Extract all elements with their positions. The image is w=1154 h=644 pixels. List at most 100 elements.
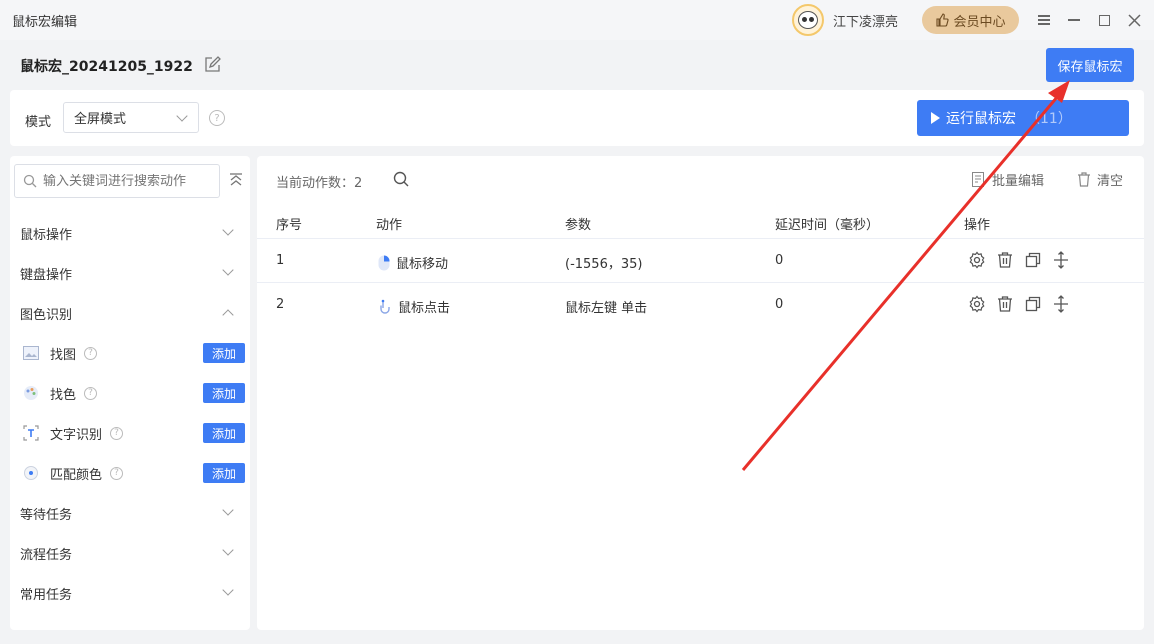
- row-ops: [968, 295, 1070, 313]
- chevron-down-icon: [222, 224, 234, 236]
- vip-center-label: 会员中心: [953, 14, 1006, 30]
- minimize-icon[interactable]: [1064, 10, 1084, 30]
- row-param: 鼠标左键 单击: [565, 301, 648, 316]
- batch-edit-icon: [972, 172, 984, 187]
- row-action: 鼠标移动: [378, 253, 448, 272]
- row-action: 鼠标点击: [378, 297, 450, 316]
- mode-label: 模式: [25, 115, 52, 130]
- thumbs-up-icon: [936, 13, 950, 27]
- category-label: 常用任务: [20, 587, 73, 603]
- palette-icon: [22, 384, 40, 402]
- row-ops: [968, 251, 1070, 269]
- action-sidebar: 鼠标操作 键盘操作 图色识别 找图 ? 添加 找色 ? 添加 文字识别 ? 添加…: [10, 156, 250, 630]
- action-search-input[interactable]: [43, 173, 213, 189]
- help-icon[interactable]: ?: [84, 346, 98, 360]
- delete-icon[interactable]: [996, 295, 1014, 313]
- mouse-click-icon: [380, 299, 390, 314]
- table-row[interactable]: 2 鼠标点击 鼠标左键 单击 0: [257, 282, 1144, 326]
- macro-name: 鼠标宏_20241205_1922: [20, 59, 193, 75]
- column-header-action: 动作: [376, 218, 403, 233]
- sub-item-label: 找色: [50, 387, 77, 403]
- row-action-label: 鼠标移动: [396, 257, 449, 272]
- sub-item-text-recognition[interactable]: 文字识别 ? 添加: [22, 421, 245, 445]
- sub-item-label: 匹配颜色: [50, 467, 103, 483]
- trash-icon: [1078, 172, 1090, 187]
- vip-center-button[interactable]: 会员中心: [922, 6, 1019, 34]
- sub-item-label: 找图: [50, 347, 77, 363]
- help-icon[interactable]: ?: [209, 110, 225, 126]
- panda-face-icon: [798, 11, 818, 29]
- help-icon[interactable]: ?: [110, 426, 124, 440]
- mode-select-value: 全屏模式: [74, 112, 127, 127]
- user-area[interactable]: 江下凌漂亮: [792, 4, 898, 36]
- mode-bar: 模式 全屏模式 ? 运行鼠标宏 （11）: [10, 90, 1144, 146]
- category-label: 流程任务: [20, 547, 73, 563]
- text-recognition-icon: [22, 424, 40, 442]
- settings-icon[interactable]: [968, 251, 986, 269]
- title-bar: 鼠标宏编辑 江下凌漂亮 会员中心: [0, 0, 1154, 40]
- avatar[interactable]: [792, 4, 824, 36]
- category-label: 等待任务: [20, 507, 73, 523]
- save-macro-button[interactable]: 保存鼠标宏: [1046, 48, 1134, 82]
- color-match-icon: [22, 464, 40, 482]
- window-title: 鼠标宏编辑: [12, 15, 78, 30]
- add-button[interactable]: 添加: [203, 423, 245, 443]
- run-macro-button[interactable]: 运行鼠标宏 （11）: [917, 100, 1129, 136]
- run-macro-label: 运行鼠标宏: [946, 111, 1016, 127]
- category-mouse[interactable]: 鼠标操作: [20, 221, 236, 245]
- chevron-down-icon: [222, 504, 234, 516]
- category-common[interactable]: 常用任务: [20, 581, 236, 605]
- copy-icon[interactable]: [1024, 295, 1042, 313]
- add-button[interactable]: 添加: [203, 383, 245, 403]
- search-icon: [23, 174, 37, 188]
- action-count: 当前动作数：2: [276, 176, 363, 191]
- category-image-color[interactable]: 图色识别: [20, 301, 236, 325]
- add-button[interactable]: 添加: [203, 343, 245, 363]
- clear-label: 清空: [1097, 174, 1124, 189]
- clear-button[interactable]: 清空: [1077, 170, 1123, 189]
- chevron-down-icon: [222, 584, 234, 596]
- menu-icon[interactable]: [1034, 10, 1054, 30]
- sub-item-find-color[interactable]: 找色 ? 添加: [22, 381, 245, 405]
- delete-icon[interactable]: [996, 251, 1014, 269]
- category-wait[interactable]: 等待任务: [20, 501, 236, 525]
- add-button[interactable]: 添加: [203, 463, 245, 483]
- category-keyboard[interactable]: 键盘操作: [20, 261, 236, 285]
- drag-move-icon[interactable]: [1052, 295, 1070, 313]
- mouse-move-icon: [378, 255, 390, 270]
- drag-move-icon[interactable]: [1052, 251, 1070, 269]
- category-label: 鼠标操作: [20, 227, 73, 243]
- column-header-ops: 操作: [964, 218, 991, 233]
- chevron-down-icon: [176, 110, 188, 122]
- column-header-index: 序号: [276, 218, 303, 233]
- copy-icon[interactable]: [1024, 251, 1042, 269]
- settings-icon[interactable]: [968, 295, 986, 313]
- column-header-param: 参数: [565, 218, 592, 233]
- sub-item-find-image[interactable]: 找图 ? 添加: [22, 341, 245, 365]
- username[interactable]: 江下凌漂亮: [833, 11, 898, 30]
- sub-item-match-color[interactable]: 匹配颜色 ? 添加: [22, 461, 245, 485]
- help-icon[interactable]: ?: [84, 386, 98, 400]
- close-icon[interactable]: [1124, 10, 1144, 30]
- row-index: 1: [276, 253, 285, 268]
- action-list-panel: 当前动作数：2 批量编辑 清空 序号 动作 参数 延迟时间（毫秒） 操作 1 鼠…: [257, 156, 1144, 630]
- batch-edit-button[interactable]: 批量编辑: [972, 170, 1044, 189]
- batch-edit-label: 批量编辑: [992, 174, 1045, 189]
- category-flow[interactable]: 流程任务: [20, 541, 236, 565]
- maximize-icon[interactable]: [1094, 10, 1114, 30]
- row-param: (-1556，35): [565, 257, 643, 272]
- column-header-delay: 延迟时间（毫秒）: [775, 218, 880, 233]
- category-label: 键盘操作: [20, 267, 73, 283]
- row-delay: 0: [775, 297, 784, 312]
- help-icon[interactable]: ?: [110, 466, 124, 480]
- collapse-all-icon[interactable]: [228, 172, 244, 188]
- table-row[interactable]: 1 鼠标移动 (-1556，35) 0: [257, 238, 1144, 282]
- search-icon[interactable]: [393, 171, 409, 187]
- row-delay: 0: [775, 253, 784, 268]
- edit-icon[interactable]: [203, 56, 221, 74]
- play-icon: [931, 112, 940, 124]
- chevron-down-icon: [222, 264, 234, 276]
- mode-select[interactable]: 全屏模式: [63, 102, 199, 133]
- action-search-box[interactable]: [14, 164, 220, 198]
- image-icon: [22, 344, 40, 362]
